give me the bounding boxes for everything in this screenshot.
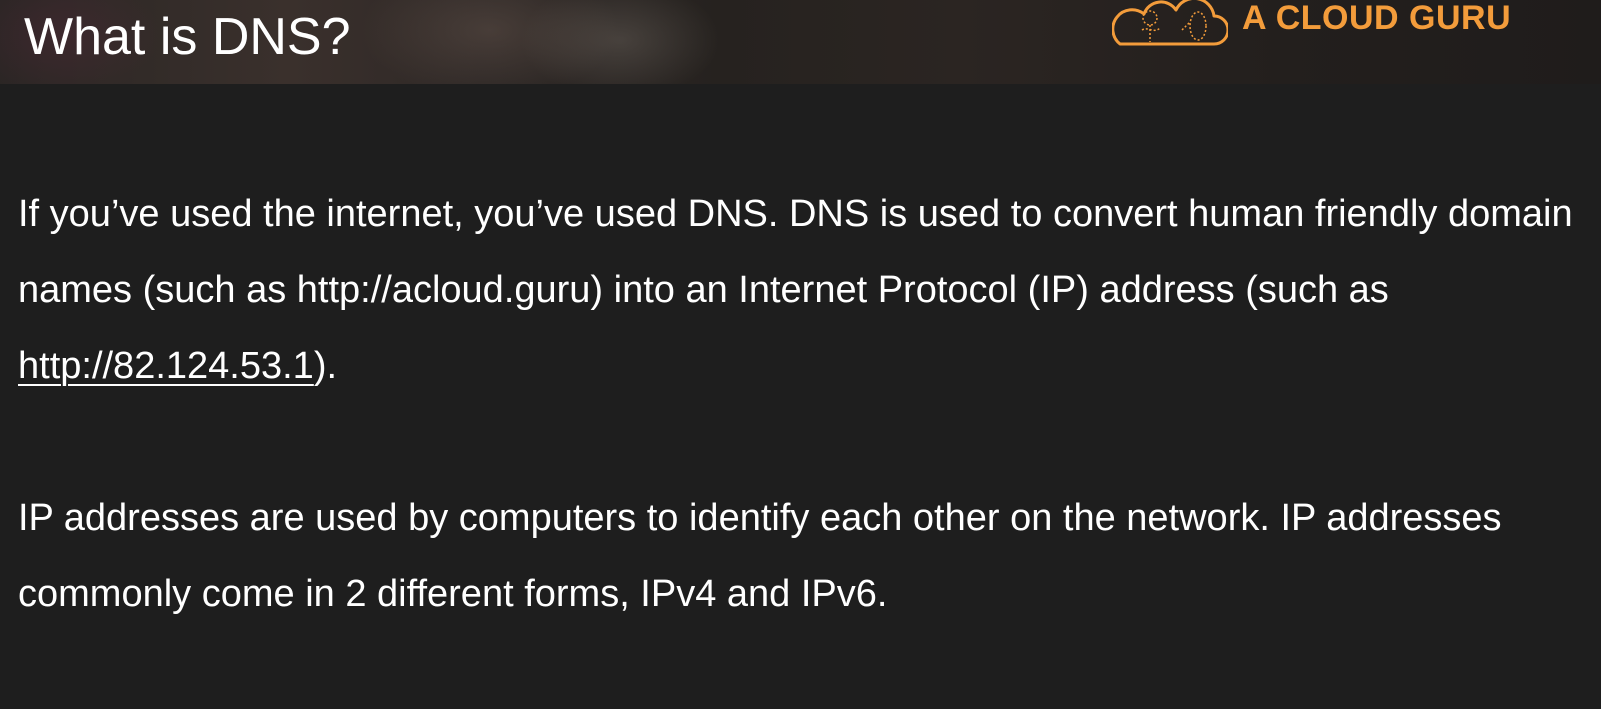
brand-name: A CLOUD GURU bbox=[1242, 0, 1512, 37]
paragraph-text: ). bbox=[313, 345, 338, 387]
brand: A CLOUD GURU bbox=[1112, 0, 1511, 50]
page-title: What is DNS? bbox=[24, 8, 351, 66]
paragraph-ip-addresses: IP addresses are used by computers to id… bbox=[18, 497, 1502, 615]
header-background-blur bbox=[520, 0, 720, 84]
slide: What is DNS? A CLOUD GURU If you’ve used… bbox=[0, 0, 1601, 709]
paragraph-text: If you’ve used the internet, you’ve used… bbox=[18, 193, 1573, 311]
cloud-logo-icon bbox=[1112, 0, 1228, 46]
paragraph-dns-intro: If you’ve used the internet, you’ve used… bbox=[18, 176, 1588, 404]
example-ip-link[interactable]: http://82.124.53.1 bbox=[18, 345, 314, 387]
slide-content: If you’ve used the internet, you’ve used… bbox=[18, 176, 1588, 632]
